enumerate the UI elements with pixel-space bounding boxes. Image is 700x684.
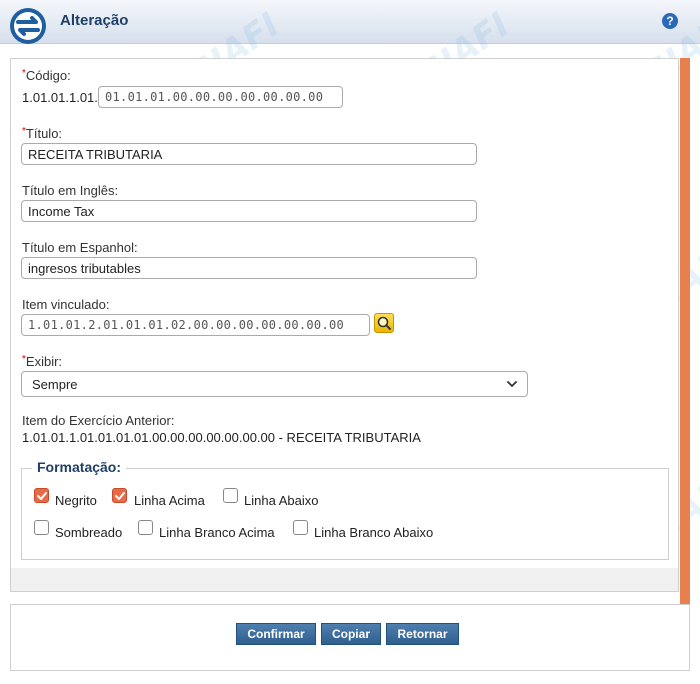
exibir-label-text: Exibir: — [25, 354, 63, 369]
formatacao-fieldset — [21, 468, 669, 560]
exibir-selected-value: Sempre — [32, 377, 78, 392]
linha-branco-acima-checkbox[interactable] — [138, 520, 153, 535]
linha-acima-label[interactable]: Linha Acima — [134, 493, 205, 508]
negrito-label[interactable]: Negrito — [55, 493, 97, 508]
titulo-ingles-label: Título em Inglês: — [22, 183, 119, 198]
codigo-input[interactable] — [98, 86, 343, 108]
sombreado-label[interactable]: Sombreado — [55, 525, 122, 540]
negrito-checkbox[interactable] — [34, 488, 49, 503]
chevron-down-icon — [507, 381, 517, 387]
titulo-espanhol-label: Título em Espanhol: — [22, 240, 138, 255]
linha-branco-abaixo-checkbox[interactable] — [293, 520, 308, 535]
exibir-select[interactable]: Sempre — [21, 371, 528, 397]
page-header: Alteração ? — [0, 0, 700, 44]
linha-acima-checkbox[interactable] — [112, 488, 127, 503]
confirmar-button[interactable]: Confirmar — [236, 623, 316, 645]
checkmark-icon — [37, 492, 47, 500]
copiar-button[interactable]: Copiar — [321, 623, 381, 645]
linha-abaixo-checkbox[interactable] — [223, 488, 238, 503]
item-vinculado-input[interactable] — [21, 314, 370, 336]
linha-branco-acima-label[interactable]: Linha Branco Acima — [159, 525, 275, 540]
page-title: Alteração — [60, 12, 129, 29]
codigo-prefix: 1.01.01.1.01. — [22, 90, 98, 105]
exibir-label: *Exibir: — [22, 354, 62, 369]
formatacao-legend: Formatação: — [32, 459, 127, 475]
codigo-label: *Código: — [22, 68, 71, 83]
search-item-button[interactable] — [374, 313, 394, 333]
checkmark-icon — [115, 492, 125, 500]
magnifier-icon — [377, 316, 391, 330]
item-anterior-label: Item do Exercício Anterior: — [22, 413, 175, 428]
codigo-label-text: Código: — [25, 68, 71, 83]
titulo-input[interactable] — [21, 143, 477, 165]
titulo-label-text: Título: — [25, 126, 63, 141]
item-anterior-value: 1.01.01.1.01.01.01.01.00.00.00.00.00.00.… — [22, 430, 421, 445]
item-vinculado-label: Item vinculado: — [22, 297, 110, 312]
titulo-ingles-input[interactable] — [21, 200, 477, 222]
linha-branco-abaixo-label[interactable]: Linha Branco Abaixo — [314, 525, 433, 540]
form-panel-footer-strip — [10, 568, 679, 592]
vertical-scrollbar[interactable] — [680, 58, 690, 604]
linha-abaixo-label[interactable]: Linha Abaixo — [244, 493, 318, 508]
sombreado-checkbox[interactable] — [34, 520, 49, 535]
titulo-label: *Título: — [22, 126, 62, 141]
retornar-button[interactable]: Retornar — [386, 623, 459, 645]
help-icon[interactable]: ? — [662, 13, 678, 29]
titulo-espanhol-input[interactable] — [21, 257, 477, 279]
siafi-logo-icon — [10, 8, 46, 44]
